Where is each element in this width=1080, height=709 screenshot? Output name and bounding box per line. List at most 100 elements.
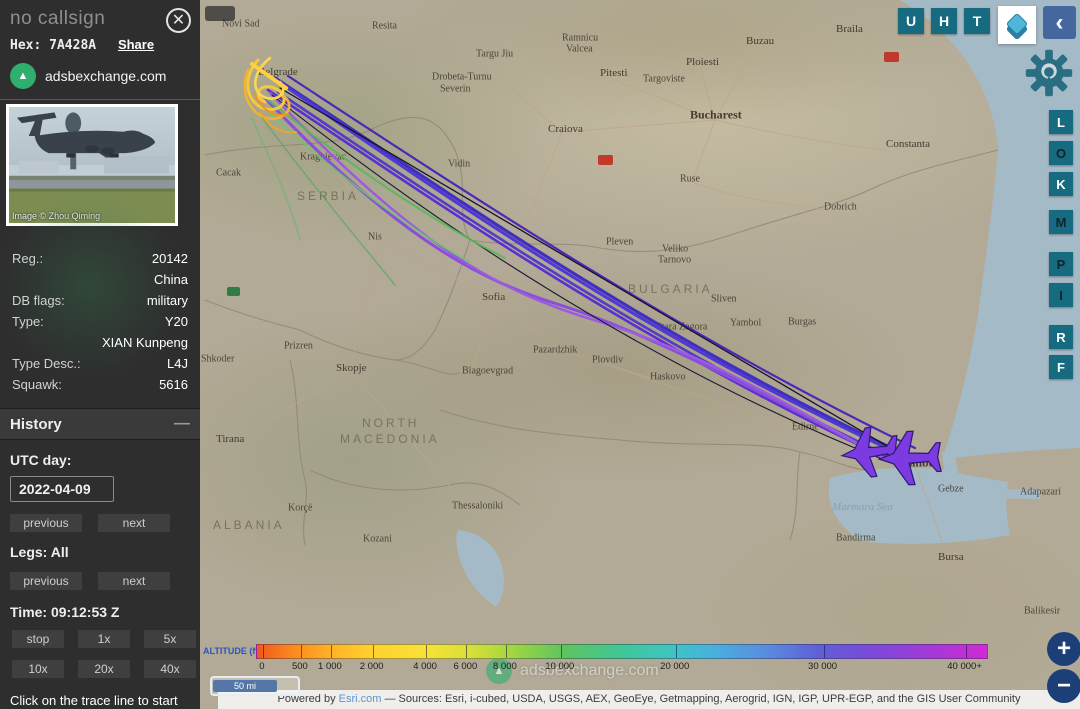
playback-hint: Click on the trace line to start playbac…: [10, 693, 178, 708]
altitude-tick-label: 6 000: [453, 661, 478, 672]
callsign-text: no callsign: [10, 8, 106, 29]
field-value: 5616: [159, 377, 188, 392]
map-button-I[interactable]: I: [1049, 283, 1073, 307]
altitude-tick: [426, 645, 428, 658]
field-label: Squawk:: [12, 377, 62, 392]
field-label: Type:: [12, 314, 44, 329]
brand-name: adsbexchange.com: [45, 68, 167, 84]
field-value: 20142: [151, 251, 188, 266]
leg-nav: previous next: [10, 572, 192, 590]
field-value: military: [146, 293, 188, 308]
map-button-L[interactable]: L: [1049, 110, 1073, 134]
time-label: Time: 09:12:53 Z: [10, 604, 120, 620]
altitude-tick-label: 8 000: [492, 661, 517, 672]
map-button-U[interactable]: U: [898, 8, 924, 34]
field-row: Reg.: 20142: [12, 248, 188, 269]
altitude-tick: [823, 645, 825, 658]
altitude-tick: [466, 645, 468, 658]
flight-trace[interactable]: [243, 56, 917, 469]
map-button-R[interactable]: R: [1049, 325, 1073, 349]
altitude-tick: [330, 645, 332, 658]
history-header[interactable]: History —: [0, 408, 200, 440]
field-value: XIAN Kunpeng: [101, 335, 188, 350]
map-button-H[interactable]: H: [931, 8, 957, 34]
map-button-O[interactable]: O: [1049, 141, 1073, 165]
map-button-K[interactable]: K: [1049, 172, 1073, 196]
speed-button-10x[interactable]: 10x: [12, 660, 64, 678]
brand-row: ▲ adsbexchange.com: [10, 63, 190, 89]
close-icon[interactable]: ✕: [166, 8, 191, 33]
speed-button-5x[interactable]: 5x: [144, 630, 196, 648]
altitude-gradient-bar: [256, 644, 988, 659]
field-value: L4J: [167, 356, 188, 371]
altitude-tick-label: 4 000: [413, 661, 437, 672]
altitude-tick: [372, 645, 374, 658]
hex-value: 7A428A: [49, 38, 97, 53]
field-row: China: [12, 269, 188, 290]
field-label: Reg.:: [12, 251, 44, 266]
speed-button-stop[interactable]: stop: [12, 630, 64, 648]
share-link[interactable]: Share: [118, 37, 154, 52]
history-body: UTC day: previous next Legs: All previou…: [0, 440, 200, 709]
previous-leg-button[interactable]: previous: [10, 572, 82, 590]
aircraft-fields: Reg.: 20142 China DB flags: military Type: Y20…: [0, 196, 200, 398]
layers-button[interactable]: [998, 6, 1036, 44]
next-day-button[interactable]: next: [98, 514, 170, 532]
speed-button-40x[interactable]: 40x: [144, 660, 196, 678]
map-scalebar: 50 mi: [210, 676, 300, 696]
altitude-tick: [560, 645, 562, 658]
map-button-F[interactable]: F: [1049, 355, 1073, 379]
chevron-left-icon: ‹: [1055, 8, 1064, 36]
map-button-T[interactable]: T: [964, 8, 990, 34]
altitude-tick-label: 2 000: [359, 661, 384, 672]
history-title: History: [10, 415, 62, 433]
previous-day-button[interactable]: previous: [10, 514, 82, 532]
zoom-in-button[interactable]: +: [1047, 632, 1080, 666]
scalebar-label: 50 mi: [213, 680, 277, 692]
altitude-legend: ALTITUDE (ft) 0 500 1 000 2 000 4 000 6 000 8 …: [200, 642, 1080, 676]
map-button-M[interactable]: M: [1049, 210, 1073, 234]
hex-label: Hex:: [10, 38, 42, 53]
altitude-legend-label: ALTITUDE (ft): [203, 646, 262, 656]
altitude-tick-label: 30 000: [808, 661, 838, 672]
field-value: China: [154, 272, 188, 287]
hex-row: Hex: 7A428A Share: [10, 37, 190, 53]
altitude-tick: [505, 645, 507, 658]
panel-header: no callsign ✕ Hex: 7A428A Share ▲ adsbex…: [0, 0, 200, 100]
altitude-tick-label: 10 000: [545, 661, 575, 672]
field-label: Type Desc.:: [12, 356, 81, 371]
speed-button-1x[interactable]: 1x: [78, 630, 130, 648]
altitude-tick: [300, 645, 302, 658]
adsbexchange-app: no callsign ✕ Hex: 7A428A Share ▲ adsbex…: [0, 0, 1080, 709]
altitude-tick: [675, 645, 677, 658]
collapse-panel-button[interactable]: ‹: [1043, 6, 1076, 39]
adsbexchange-logo-icon: ▲: [10, 63, 36, 89]
utc-day-input[interactable]: [10, 476, 114, 502]
altitude-tick-label: 500: [291, 661, 308, 672]
altitude-tick: [262, 645, 264, 658]
flight-trace-layer[interactable]: [200, 0, 1080, 709]
day-nav: previous next: [10, 514, 192, 532]
speed-button-20x[interactable]: 20x: [78, 660, 130, 678]
attribution-suffix: — Sources: Esri, i-cubed, USDA, USGS, AE…: [381, 693, 1021, 705]
aircraft-info-panel: no callsign ✕ Hex: 7A428A Share ▲ adsbex…: [0, 0, 200, 709]
field-label: DB flags:: [12, 293, 65, 308]
playback-speed-buttons: stop 1x 5x 10x 20x 40x: [12, 630, 196, 678]
field-row: DB flags: military: [12, 290, 188, 311]
next-leg-button[interactable]: next: [98, 572, 170, 590]
map[interactable]: Novi Sad Belgrade Resita Targu Jiu Drobeta-T…: [200, 0, 1080, 709]
collapse-history-icon[interactable]: —: [174, 415, 190, 433]
altitude-tick-label: 40 000+: [947, 661, 982, 672]
esri-link[interactable]: Esri.com: [339, 693, 382, 705]
field-row: XIAN Kunpeng: [12, 332, 188, 353]
altitude-tick-label: 1 000: [318, 661, 342, 672]
map-corner-tag: [205, 6, 235, 21]
map-button-P[interactable]: P: [1049, 252, 1073, 276]
zoom-out-button[interactable]: −: [1047, 669, 1080, 703]
legs-label: Legs: All: [10, 544, 69, 560]
field-value: Y20: [164, 314, 188, 329]
altitude-tick: [965, 645, 967, 658]
settings-gear-icon[interactable]: [1020, 44, 1078, 102]
field-row: Type Desc.: L4J: [12, 353, 188, 374]
field-row: Type: Y20: [12, 311, 188, 332]
